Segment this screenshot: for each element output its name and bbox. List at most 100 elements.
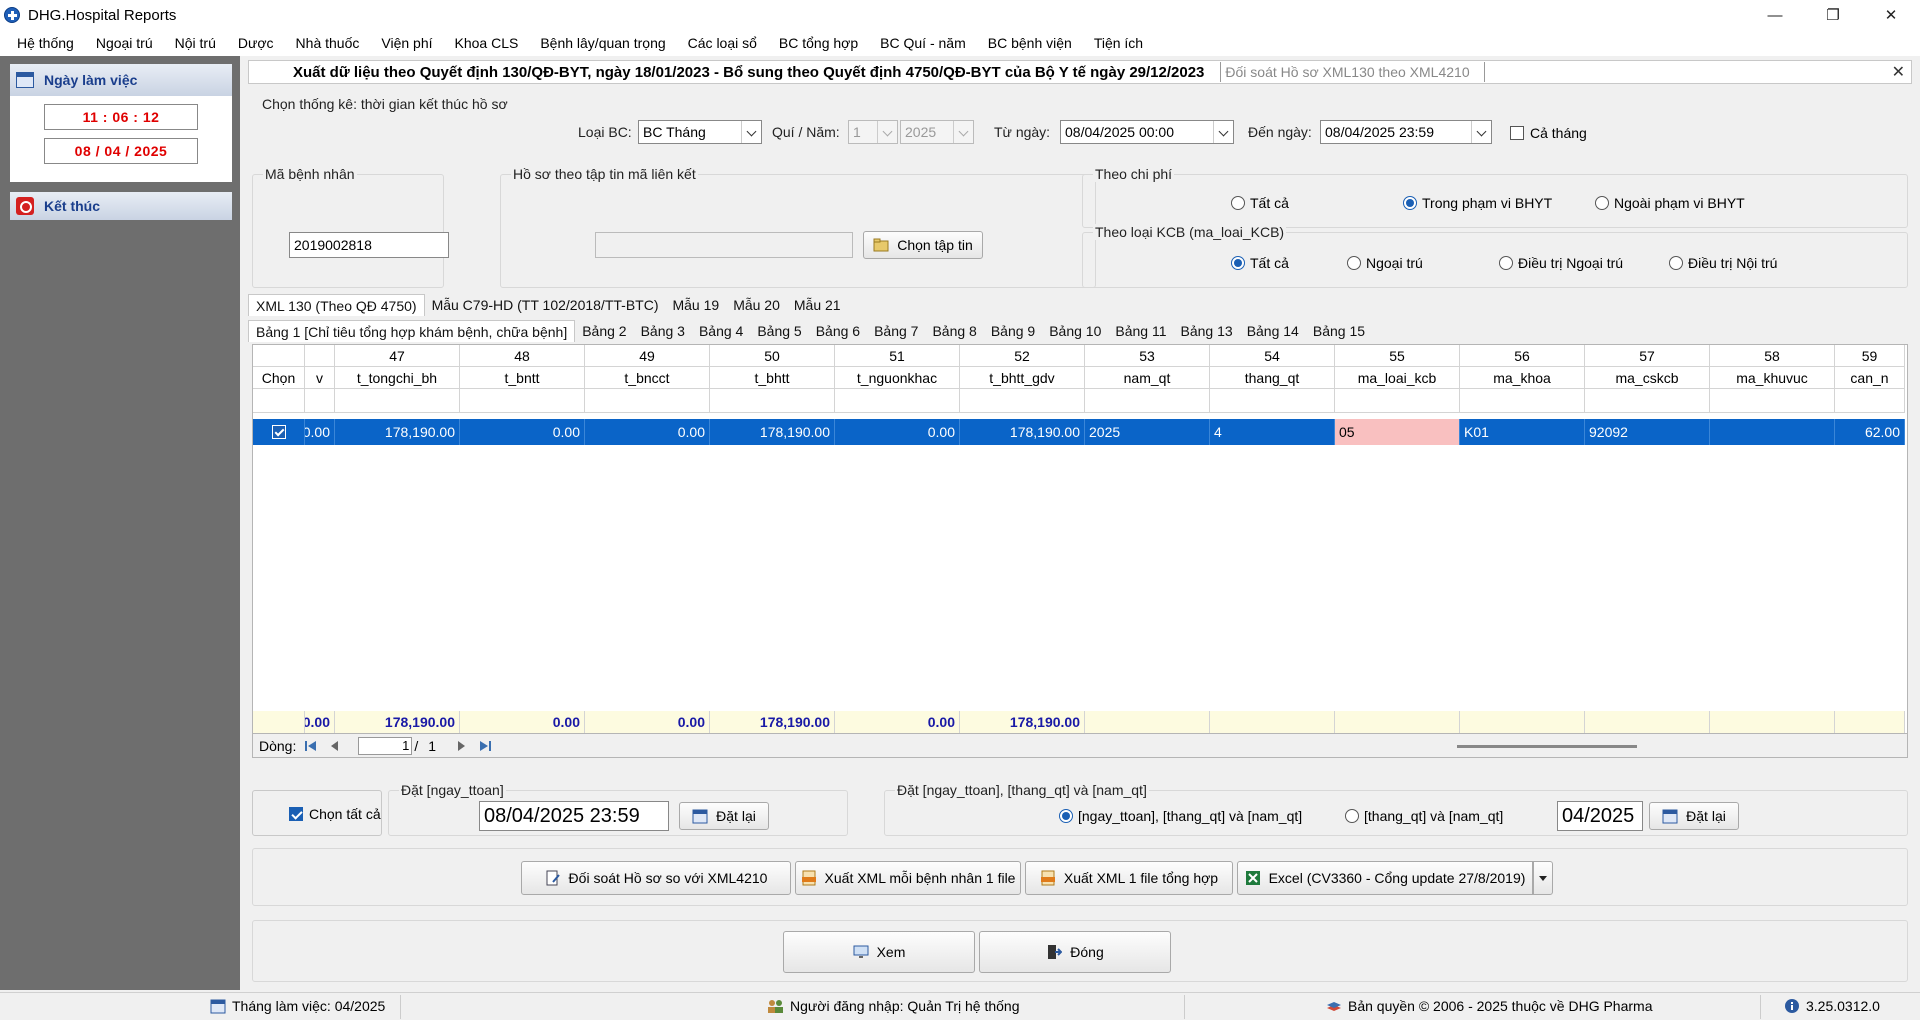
cost-all-radio[interactable]: Tất cả — [1231, 195, 1289, 211]
excel-export-button[interactable]: Excel (CV3360 - Cổng update 27/8/2019) — [1237, 861, 1533, 895]
next-record-icon[interactable] — [452, 738, 470, 754]
grid-filter-row[interactable] — [253, 389, 1905, 413]
exit-button[interactable]: Kết thúc — [10, 192, 232, 220]
tab-xml130[interactable]: XML 130 (Theo QĐ 4750) — [248, 294, 425, 316]
column-header-select[interactable]: Chọn — [253, 367, 305, 389]
from-date-picker[interactable]: 08/04/2025 00:00 — [1060, 120, 1234, 144]
select-all-box: Chọn tất cả — [252, 790, 382, 836]
menu-bc-qui-nam[interactable]: BC Quí - năm — [869, 35, 977, 51]
tab-bang-11[interactable]: Bảng 11 — [1108, 320, 1173, 342]
column-header[interactable]: t_nguonkhac — [835, 367, 960, 389]
column-header[interactable]: ma_cskcb — [1585, 367, 1710, 389]
tab-bang-8[interactable]: Bảng 8 — [925, 320, 983, 342]
tab-bang-13[interactable]: Bảng 13 — [1174, 320, 1240, 342]
column-header[interactable]: nam_qt — [1085, 367, 1210, 389]
column-header[interactable]: t_bntt — [460, 367, 585, 389]
column-header[interactable]: thang_qt — [1210, 367, 1335, 389]
column-header[interactable]: t_bhtt — [710, 367, 835, 389]
to-date-picker[interactable]: 08/04/2025 23:59 — [1320, 120, 1492, 144]
select-all-checkbox[interactable]: Chọn tất cả — [289, 806, 381, 822]
column-header[interactable]: ma_khoa — [1460, 367, 1585, 389]
column-header[interactable]: ma_khuvuc — [1710, 367, 1835, 389]
tab-bang-1[interactable]: Bảng 1 [Chỉ tiêu tổng hợp khám bệnh, chữ… — [248, 320, 576, 342]
menu-khoa-cls[interactable]: Khoa CLS — [444, 35, 530, 51]
column-header[interactable]: v — [305, 367, 335, 389]
tab-bang-15[interactable]: Bảng 15 — [1306, 320, 1372, 342]
menu-duoc[interactable]: Dược — [227, 35, 285, 51]
column-header[interactable]: t_bncct — [585, 367, 710, 389]
horizontal-scrollbar[interactable] — [1457, 745, 1637, 748]
year-select[interactable]: 2025 — [900, 120, 974, 144]
column-header[interactable]: t_bhtt_gdv — [960, 367, 1085, 389]
close-button[interactable]: Đóng — [979, 931, 1171, 973]
kcb-outpatient-radio[interactable]: Ngoại trú — [1347, 255, 1423, 271]
tab-bang-5[interactable]: Bảng 5 — [750, 320, 808, 342]
kcb-type-group: Theo loại KCB (ma_loai_KCB) Tất cả Ngoại… — [1082, 224, 1908, 288]
whole-month-checkbox[interactable]: Cả tháng — [1510, 125, 1587, 141]
last-record-icon[interactable] — [476, 738, 494, 754]
cost-out-bhyt-radio[interactable]: Ngoài phạm vi BHYT — [1595, 195, 1745, 211]
patient-id-input[interactable]: 2019002818 — [289, 232, 449, 258]
tab-bang-7[interactable]: Bảng 7 — [867, 320, 925, 342]
menu-benh-lay[interactable]: Bệnh lây/quan trọng — [529, 35, 676, 51]
menu-vien-phi[interactable]: Viện phí — [370, 35, 443, 51]
column-header[interactable]: can_n — [1835, 367, 1905, 389]
tab-bang-14[interactable]: Bảng 14 — [1240, 320, 1306, 342]
kcb-inpatient-radio[interactable]: Điều trị Nội trú — [1669, 255, 1777, 271]
choose-file-button[interactable]: Chọn tập tin — [863, 231, 983, 259]
menu-bc-tong-hop[interactable]: BC tổng hợp — [768, 35, 869, 51]
tab-bang-6[interactable]: Bảng 6 — [809, 320, 867, 342]
reconcile-button[interactable]: Đối soát Hồ sơ so với XML4210 — [521, 861, 791, 895]
tab-mau21[interactable]: Mẫu 21 — [787, 294, 848, 316]
column-header[interactable]: ma_loai_kcb — [1335, 367, 1460, 389]
export-per-patient-button[interactable]: Xuất XML mỗi bệnh nhân 1 file — [795, 861, 1021, 895]
tab-mau19[interactable]: Mẫu 19 — [665, 294, 726, 316]
menu-tien-ich[interactable]: Tiện ích — [1083, 35, 1154, 51]
restore-button[interactable]: ❐ — [1804, 0, 1862, 30]
reset-date-button[interactable]: Đặt lại — [679, 802, 769, 830]
prev-record-icon[interactable] — [326, 738, 344, 754]
set-all-three-radio[interactable]: [ngay_ttoan], [thang_qt] và [nam_qt] — [1059, 808, 1302, 824]
menu-noi-tru[interactable]: Nội trú — [164, 35, 227, 51]
menu-bc-benh-vien[interactable]: BC bệnh viện — [977, 35, 1083, 51]
tab-bang-2[interactable]: Bảng 2 — [575, 320, 633, 342]
tab-bang-3[interactable]: Bảng 3 — [634, 320, 692, 342]
grid-header-row: Chọn v t_tongchi_bh t_bntt t_bncct t_bht… — [253, 367, 1905, 389]
page-number-input[interactable]: 1 — [358, 736, 413, 755]
menu-ngoai-tru[interactable]: Ngoại trú — [85, 35, 164, 51]
row-select-checkbox[interactable] — [253, 419, 305, 445]
quarter-select[interactable]: 1 — [848, 120, 898, 144]
export-combined-button[interactable]: Xuất XML 1 file tổng hợp — [1025, 861, 1233, 895]
kcb-day-treatment-radio[interactable]: Điều trị Ngoại trú — [1499, 255, 1623, 271]
tab-bang-10[interactable]: Bảng 10 — [1042, 320, 1108, 342]
reset-month-button[interactable]: Đặt lại — [1649, 802, 1739, 830]
reconcile-tab-title[interactable]: Đối soát Hồ sơ XML130 theo XML4210 — [1225, 64, 1469, 80]
tab-bang-9[interactable]: Bảng 9 — [984, 320, 1042, 342]
menu-nha-thuoc[interactable]: Nhà thuốc — [285, 35, 371, 51]
report-type-select[interactable]: BC Tháng — [638, 120, 762, 144]
set-date-input[interactable]: 08/04/2025 23:59 — [479, 801, 669, 831]
first-record-icon[interactable] — [302, 738, 320, 754]
tab-c79[interactable]: Mẫu C79-HD (TT 102/2018/TT-BTC) — [425, 294, 666, 316]
set-month-year-radio[interactable]: [thang_qt] và [nam_qt] — [1345, 808, 1503, 824]
close-window-button[interactable]: ✕ — [1862, 0, 1920, 30]
tab-bang-4[interactable]: Bảng 4 — [692, 320, 750, 342]
minimize-button[interactable]: — — [1746, 0, 1804, 30]
tab-mau20[interactable]: Mẫu 20 — [726, 294, 787, 316]
excel-options-dropdown[interactable] — [1533, 861, 1553, 895]
cost-in-bhyt-radio[interactable]: Trong phạm vi BHYT — [1403, 195, 1552, 211]
workday-header[interactable]: Ngày làm việc — [10, 64, 232, 96]
close-report-icon[interactable]: ✕ — [1892, 62, 1905, 82]
focused-cell[interactable]: 05 — [1335, 419, 1460, 445]
month-year-input[interactable]: 04/2025 — [1557, 801, 1643, 831]
column-header[interactable]: t_tongchi_bh — [335, 367, 460, 389]
view-button[interactable]: Xem — [783, 931, 975, 973]
book-icon — [1327, 1002, 1341, 1011]
file-path-input[interactable] — [595, 232, 853, 258]
table-row[interactable]: 0.00 178,190.00 0.00 0.00 178,190.00 0.0… — [253, 419, 1905, 445]
kcb-all-radio[interactable]: Tất cả — [1231, 255, 1289, 271]
menu-he-thong[interactable]: Hệ thống — [0, 35, 85, 51]
menu-cac-loai-so[interactable]: Các loại sổ — [677, 35, 768, 51]
data-grid[interactable]: 47 48 49 50 51 52 53 54 55 56 57 58 59 C… — [252, 344, 1908, 734]
exit-panel[interactable]: Kết thúc — [10, 192, 232, 220]
